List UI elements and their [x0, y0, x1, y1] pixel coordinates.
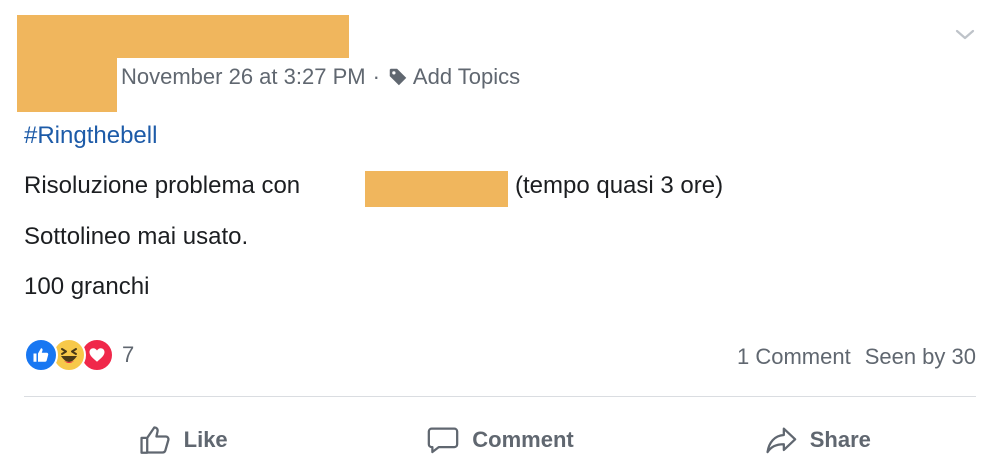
post-stats: 1 Comment Seen by 30 — [737, 344, 976, 370]
share-button[interactable]: Share — [659, 412, 976, 468]
post-line-1: Risoluzione problema con — [24, 172, 300, 200]
comment-label: Comment — [472, 427, 574, 452]
post-options-chevron-icon[interactable] — [954, 24, 976, 49]
add-topics-link[interactable]: Add Topics — [413, 64, 520, 90]
post-action-bar: Like Comment Share — [24, 412, 976, 468]
like-label: Like — [183, 427, 228, 452]
post-line-1-suffix: (tempo quasi 3 ore) — [515, 172, 724, 199]
reaction-count: 7 — [122, 342, 135, 367]
redacted-mention — [365, 171, 508, 207]
post-line-3: 100 granchi — [24, 273, 150, 300]
reactions-summary[interactable]: 7 — [24, 338, 134, 372]
share-arrow-icon — [766, 427, 797, 454]
comment-count-link[interactable]: 1 Comment — [737, 344, 851, 369]
comment-bubble-icon — [427, 427, 459, 454]
post-line-1-text: Risoluzione problema con — [24, 172, 301, 199]
thumbs-up-outline-icon — [140, 426, 170, 454]
post-timestamp[interactable]: November 26 at 3:27 PM — [121, 64, 366, 90]
redacted-author-name — [117, 15, 349, 58]
post-line-2: Sottolineo mai usato. — [24, 223, 249, 250]
share-label: Share — [809, 427, 871, 452]
redacted-avatar — [17, 15, 117, 112]
thumbs-up-icon — [24, 338, 58, 372]
divider — [24, 396, 976, 397]
seen-by-link[interactable]: Seen by 30 — [865, 344, 976, 369]
comment-button[interactable]: Comment — [341, 412, 658, 468]
like-button[interactable]: Like — [24, 412, 341, 468]
meta-separator: · — [372, 64, 380, 89]
tag-icon[interactable] — [387, 66, 409, 88]
post-meta: November 26 at 3:27 PM · Add Topics — [121, 64, 520, 90]
post-hashtag[interactable]: #Ringthebell — [24, 122, 157, 150]
